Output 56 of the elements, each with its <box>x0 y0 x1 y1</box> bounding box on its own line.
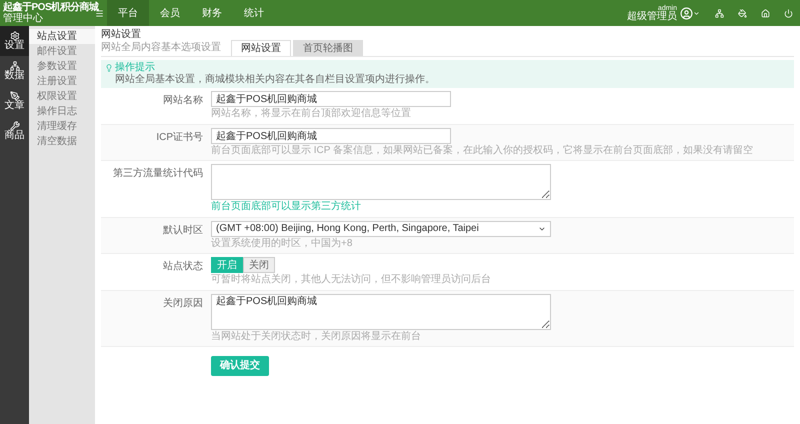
field-label: 网站名称 <box>162 94 204 108</box>
textarea-field[interactable] <box>211 164 551 200</box>
field-label: 默认时区 <box>162 224 204 238</box>
field-hint: 网站名称，将显示在前台顶部欢迎信息等位置 <box>211 108 412 120</box>
power-icon[interactable] <box>784 8 793 18</box>
pen-icon <box>10 91 20 101</box>
brand-title: 起鑫于POS机积分商城 <box>3 2 99 12</box>
home-icon[interactable] <box>761 8 770 18</box>
gear-icon <box>10 31 20 41</box>
submenu-item[interactable]: 注册设置 <box>29 74 95 89</box>
user-role: 超级管理员 <box>627 12 677 22</box>
submit-button[interactable]: 确认提交 <box>211 356 269 376</box>
tab[interactable]: 网站设置 <box>231 40 291 56</box>
submenu-item[interactable]: 清空数据 <box>29 134 95 149</box>
field-label: 站点状态 <box>162 260 204 274</box>
sidebar-item[interactable]: 设置 <box>0 26 29 56</box>
field-hint: 前台页面底部可以显示第三方统计 <box>211 201 362 214</box>
page-subtitle: 网站全局内容基本选项设置 <box>101 42 221 54</box>
submenu-item[interactable]: 参数设置 <box>29 59 95 74</box>
nav-tab[interactable]: 平台 <box>107 0 149 26</box>
sitemap-icon[interactable] <box>715 8 724 18</box>
tip-title: 操作提示 <box>115 63 155 73</box>
submenu-item[interactable]: 权限设置 <box>29 89 95 104</box>
submenu-item[interactable]: 清理缓存 <box>29 119 95 134</box>
paint-bucket-icon[interactable] <box>738 8 747 18</box>
avatar-icon[interactable] <box>680 6 693 20</box>
text-input[interactable]: 起鑫于POS机回购商城 <box>211 91 451 107</box>
submenu-item[interactable]: 邮件设置 <box>29 44 95 59</box>
nav-tab[interactable]: 会员 <box>149 0 191 26</box>
lightbulb-icon <box>105 64 113 72</box>
field-hint: 可暂时将站点关闭，其他人无法访问，但不影响管理员访问后台 <box>211 274 491 286</box>
field-hint: 前台页面底部可以显示 ICP 备案信息，如果网站已备案，在此输入你的授权码，它将显示在前台页面底部，如果没有请留空 <box>211 144 754 157</box>
nav-tab[interactable]: 财务 <box>191 0 233 26</box>
textarea-field[interactable]: 起鑫于POS机回购商城 <box>211 294 551 330</box>
caret-icon[interactable] <box>693 10 700 16</box>
sidebar-item[interactable]: 商品 <box>0 116 29 146</box>
text-input[interactable]: 起鑫于POS机回购商城 <box>211 128 451 144</box>
timezone-select[interactable]: (GMT +08:00) Beijing, Hong Kong, Perth, Singapore, Taipei <box>211 220 551 236</box>
toggle-option[interactable]: 开启 <box>211 257 243 273</box>
tip-text: 网站全局基本设置，商城模块相关内容在其各自栏目设置项内进行操作。 <box>114 75 436 85</box>
toggle-option[interactable]: 关闭 <box>243 257 275 273</box>
field-label: ICP证书号 <box>155 130 204 144</box>
sitemap-icon <box>10 61 20 71</box>
field-hint: 设置系统使用的时区，中国为+8 <box>211 238 354 250</box>
sidebar-item[interactable]: 文章 <box>0 86 29 116</box>
field-hint: 当网站处于关闭状态时，关闭原因将显示在前台 <box>211 330 422 343</box>
field-label: 关闭原因 <box>162 296 204 310</box>
page-title: 网站设置 <box>101 29 142 42</box>
submenu-item[interactable]: 操作日志 <box>29 104 95 119</box>
nav-tab[interactable]: 统计 <box>233 0 275 26</box>
sidebar-item[interactable]: 数据 <box>0 56 29 86</box>
tab[interactable]: 首页轮播图 <box>293 40 363 56</box>
tools-icon <box>10 121 20 131</box>
submenu-item[interactable]: 站点设置 <box>29 29 95 44</box>
brand-subtitle: 管理中心 <box>3 14 44 24</box>
field-label: 第三方流量统计代码 <box>112 166 204 181</box>
